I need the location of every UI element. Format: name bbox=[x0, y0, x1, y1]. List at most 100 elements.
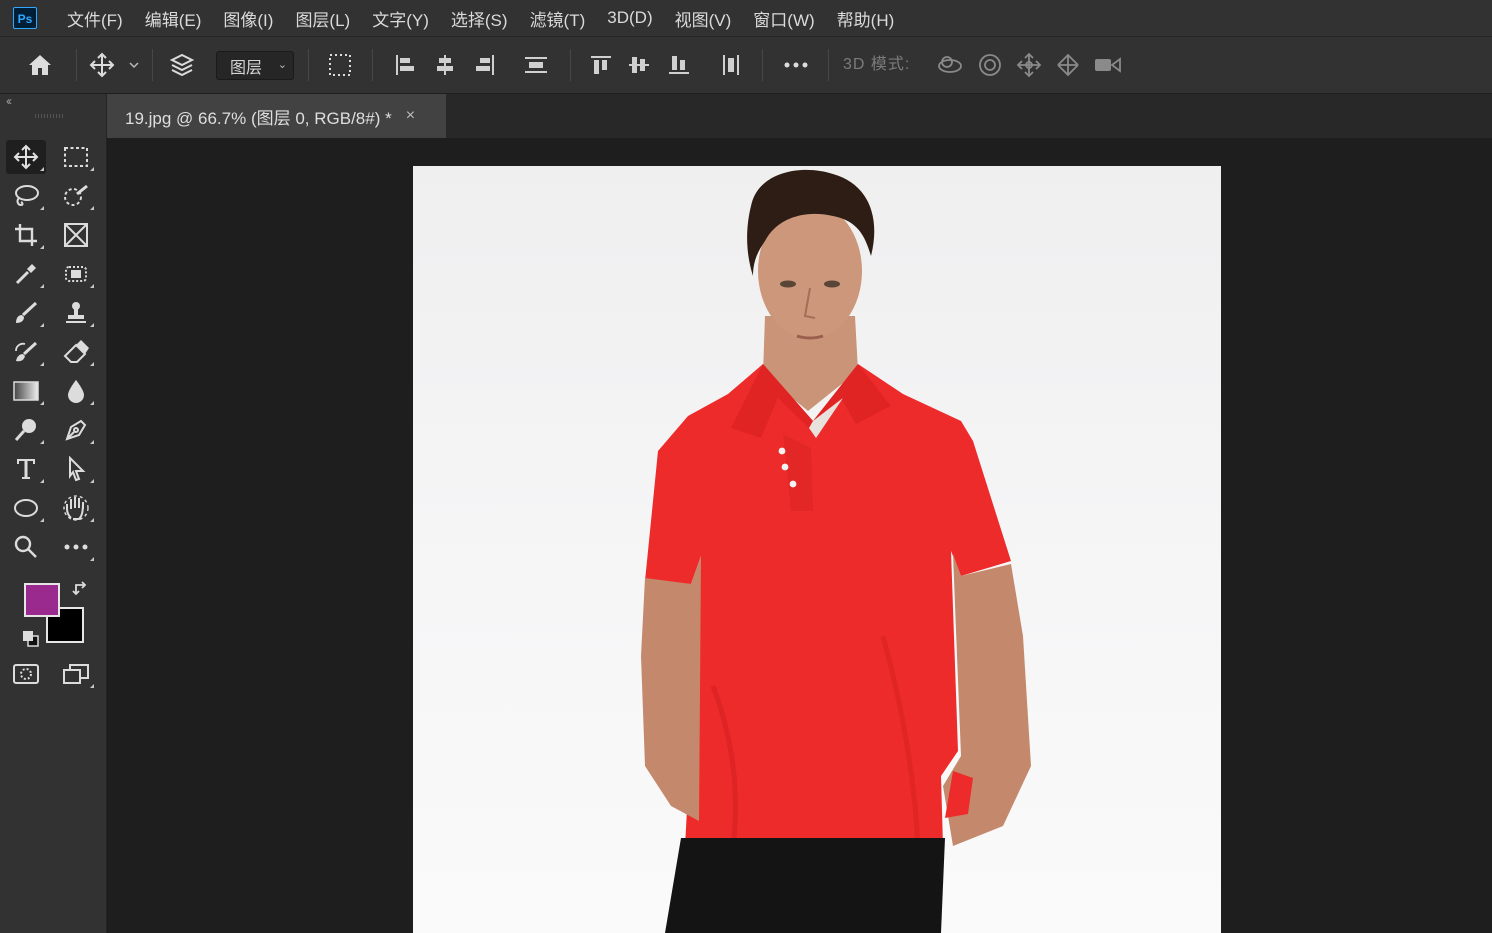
document-canvas[interactable] bbox=[413, 166, 1221, 933]
path-select-tool[interactable] bbox=[56, 452, 96, 486]
swap-colors-button[interactable] bbox=[72, 580, 90, 603]
move-tool-preset[interactable] bbox=[86, 37, 118, 93]
align-top-icon bbox=[591, 56, 611, 74]
menu-type[interactable]: 文字(Y) bbox=[372, 6, 429, 31]
menu-3d[interactable]: 3D(D) bbox=[607, 8, 652, 28]
document-title: 19.jpg @ 66.7% (图层 0, RGB/8#) * bbox=[125, 108, 392, 128]
menu-edit[interactable]: 编辑(E) bbox=[145, 6, 202, 31]
distribute-horizontal-icon bbox=[723, 55, 739, 75]
rect-marquee-icon bbox=[64, 147, 88, 167]
lasso-icon bbox=[15, 185, 39, 207]
auto-select-value: 图层 bbox=[230, 59, 263, 77]
menu-layer[interactable]: 图层(L) bbox=[295, 6, 350, 31]
blur-tool[interactable] bbox=[56, 374, 96, 408]
align-top-button[interactable] bbox=[586, 37, 616, 93]
align-v-center-button[interactable] bbox=[624, 37, 654, 93]
crop-icon bbox=[15, 224, 37, 246]
align-right-button[interactable] bbox=[470, 37, 500, 93]
pen-icon bbox=[65, 419, 87, 441]
frame-tool[interactable] bbox=[56, 218, 96, 252]
transform-controls-toggle[interactable] bbox=[322, 37, 358, 93]
3d-slide-button[interactable] bbox=[1052, 37, 1084, 93]
eraser-tool[interactable] bbox=[56, 335, 96, 369]
zoom-icon bbox=[14, 535, 37, 558]
more-tools-button[interactable] bbox=[56, 530, 96, 564]
brush-tool[interactable] bbox=[6, 296, 46, 330]
brush-icon bbox=[16, 301, 38, 323]
crop-tool[interactable] bbox=[6, 218, 46, 252]
history-brush-icon bbox=[15, 341, 38, 362]
3d-mode-label: 3D 模式: bbox=[843, 56, 911, 73]
menu-file[interactable]: 文件(F) bbox=[67, 6, 123, 31]
3d-pan-icon bbox=[1016, 52, 1042, 78]
menu-view[interactable]: 视图(V) bbox=[675, 6, 732, 31]
move-tool[interactable] bbox=[6, 140, 46, 174]
more-options-button[interactable] bbox=[778, 37, 814, 93]
3d-orbit-button[interactable] bbox=[934, 37, 966, 93]
dodge-tool[interactable] bbox=[6, 413, 46, 447]
photoshop-logo: Ps bbox=[13, 7, 37, 29]
screen-mode-icon bbox=[63, 664, 89, 684]
spot-healing-tool[interactable] bbox=[56, 257, 96, 291]
close-icon[interactable]: × bbox=[406, 107, 415, 125]
align-middle-icon bbox=[629, 57, 649, 73]
3d-pan-button[interactable] bbox=[1013, 37, 1045, 93]
clone-stamp-tool[interactable] bbox=[56, 296, 96, 330]
quick-select-icon bbox=[64, 184, 88, 206]
arrow-select-icon bbox=[69, 456, 86, 482]
ellipsis-icon bbox=[784, 62, 808, 68]
tools-panel: ‹‹ bbox=[0, 94, 107, 933]
layers-icon bbox=[169, 53, 195, 77]
spot-healing-icon bbox=[65, 266, 87, 282]
zoom-tool[interactable] bbox=[6, 530, 46, 564]
move-icon bbox=[13, 144, 39, 170]
eraser-icon bbox=[63, 340, 89, 363]
panel-grip[interactable] bbox=[35, 114, 65, 118]
menu-image[interactable]: 图像(I) bbox=[223, 6, 273, 31]
screen-mode-button[interactable] bbox=[56, 657, 96, 691]
ellipsis-icon bbox=[64, 544, 88, 550]
menu-filter[interactable]: 滤镜(T) bbox=[530, 6, 586, 31]
type-tool[interactable] bbox=[6, 452, 46, 486]
3d-roll-button[interactable] bbox=[974, 37, 1006, 93]
auto-select-dropdown[interactable]: 图层 ⌄ bbox=[216, 51, 294, 80]
pen-tool[interactable] bbox=[56, 413, 96, 447]
menu-bar: Ps 文件(F) 编辑(E) 图像(I) 图层(L) 文字(Y) 选择(S) 滤… bbox=[0, 0, 1492, 37]
home-icon bbox=[29, 55, 51, 75]
3d-camera-button[interactable] bbox=[1091, 37, 1125, 93]
hand-tool[interactable] bbox=[56, 491, 96, 525]
gradient-tool[interactable] bbox=[6, 374, 46, 408]
marquee-tool[interactable] bbox=[56, 140, 96, 174]
video-camera-icon bbox=[1095, 57, 1121, 73]
quick-mask-button[interactable] bbox=[6, 657, 46, 691]
transform-controls-icon bbox=[329, 54, 351, 76]
preset-dropdown[interactable] bbox=[124, 37, 144, 93]
ellipse-icon bbox=[14, 499, 38, 517]
history-brush-tool[interactable] bbox=[6, 335, 46, 369]
align-bottom-icon bbox=[669, 56, 689, 74]
default-colors-icon bbox=[23, 631, 39, 647]
foreground-color-swatch[interactable] bbox=[24, 583, 60, 617]
eyedropper-tool[interactable] bbox=[6, 257, 46, 291]
menu-window[interactable]: 窗口(W) bbox=[753, 6, 814, 31]
options-bar: 图层 ⌄ 3D 模式: bbox=[0, 37, 1492, 94]
menu-help[interactable]: 帮助(H) bbox=[837, 6, 895, 31]
home-button[interactable] bbox=[22, 37, 58, 93]
auto-select-toggle[interactable] bbox=[164, 37, 200, 93]
distribute-button[interactable] bbox=[520, 37, 552, 93]
quick-select-tool[interactable] bbox=[56, 179, 96, 213]
default-colors-button[interactable] bbox=[22, 630, 40, 653]
document-tab[interactable]: 19.jpg @ 66.7% (图层 0, RGB/8#) * × bbox=[107, 94, 446, 138]
align-right-icon bbox=[476, 55, 494, 75]
align-left-button[interactable] bbox=[390, 37, 420, 93]
ellipse-tool[interactable] bbox=[6, 491, 46, 525]
distribute-h-button[interactable] bbox=[716, 37, 746, 93]
lasso-tool[interactable] bbox=[6, 179, 46, 213]
eyedropper-icon bbox=[15, 264, 36, 285]
distribute-icon bbox=[525, 57, 547, 73]
menu-select[interactable]: 选择(S) bbox=[451, 6, 508, 31]
collapse-panel-icon[interactable]: ‹‹ bbox=[6, 94, 12, 108]
photo-man-red-polo bbox=[641, 169, 1031, 933]
align-h-center-button[interactable] bbox=[430, 37, 460, 93]
align-bottom-button[interactable] bbox=[664, 37, 694, 93]
